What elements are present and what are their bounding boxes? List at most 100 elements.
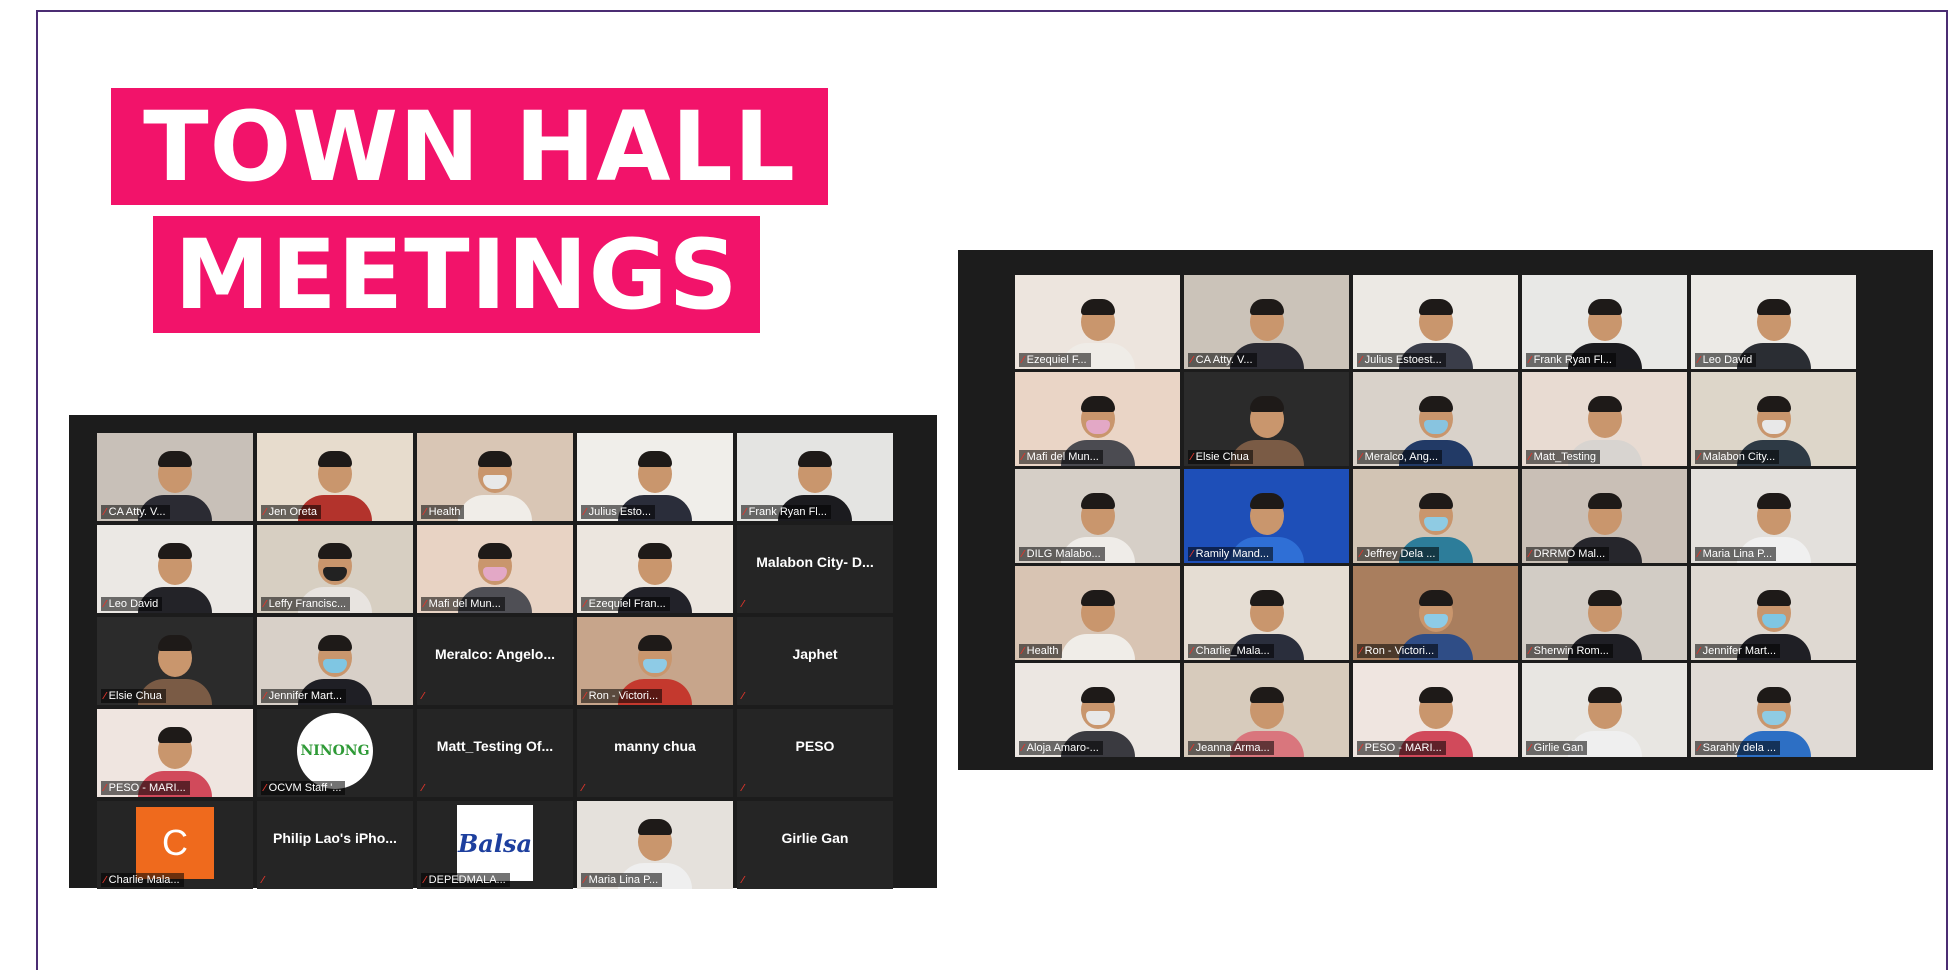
participant-name-label: ⁄ PESO - MARI... — [101, 781, 190, 795]
participant-hair — [1249, 493, 1284, 509]
participant-hair — [1249, 590, 1284, 606]
participant-head — [1080, 687, 1115, 729]
participant-name-center: manny chua — [614, 738, 696, 754]
participant-tile[interactable]: ⁄ PESO - MARI... — [1353, 663, 1518, 757]
participant-tile[interactable]: ⁄ Sherwin Rom... — [1522, 566, 1687, 660]
participant-head — [1080, 299, 1115, 341]
participant-tile[interactable]: Philip Lao's iPho... ⁄ — [257, 801, 413, 889]
participant-hair — [1418, 299, 1453, 315]
participant-tile[interactable]: Girlie Gan ⁄ — [737, 801, 893, 889]
participant-tile[interactable]: ⁄ Leffy Francisc... — [257, 525, 413, 613]
participant-name: Jeanna Arma... — [1195, 742, 1270, 754]
participant-tile[interactable]: PESO ⁄ — [737, 709, 893, 797]
participant-tile[interactable]: C ⁄ Charlie Mala... — [97, 801, 253, 889]
participant-tile[interactable]: ⁄ PESO - MARI... — [97, 709, 253, 797]
participant-tile[interactable]: ⁄ Charlie_Mala... — [1184, 566, 1349, 660]
participant-tile[interactable]: ⁄ Frank Ryan Fl... — [737, 433, 893, 521]
participant-name-label: ⁄ Leo David — [101, 597, 163, 611]
participant-tile[interactable]: ⁄ Leo David — [1691, 275, 1856, 369]
participant-tile[interactable]: ⁄ Ron - Victori... — [1353, 566, 1518, 660]
participant-tile[interactable]: ⁄ Julius Estoest... — [1353, 275, 1518, 369]
participant-head — [1756, 590, 1791, 632]
participant-hair — [1080, 299, 1115, 315]
participant-tile[interactable]: ⁄ Ramily Mand... — [1184, 469, 1349, 563]
mic-muted-icon: ⁄ — [422, 691, 424, 702]
participant-tile[interactable]: ⁄ Ezequiel Fran... — [577, 525, 733, 613]
participant-name-label: ⁄ Matt_Testing — [1526, 450, 1601, 464]
participant-tile[interactable]: ⁄ Elsie Chua — [97, 617, 253, 705]
participant-tile[interactable]: ⁄ Julius Esto... — [577, 433, 733, 521]
participant-tile[interactable]: ⁄ Health — [1015, 566, 1180, 660]
participant-name: PESO - MARI... — [1364, 742, 1442, 754]
mic-muted-icon: ⁄ — [104, 874, 106, 886]
face-mask — [1761, 420, 1786, 434]
participant-tile[interactable]: ⁄ Jeanna Arma... — [1184, 663, 1349, 757]
participant-tile[interactable]: Japhet ⁄ — [737, 617, 893, 705]
participant-name-label: ⁄ Jeffrey Dela ... — [1357, 547, 1440, 561]
participant-name-label: ⁄ Jen Oreta — [261, 505, 321, 519]
participant-tile[interactable]: ⁄ Jennifer Mart... — [1691, 566, 1856, 660]
participant-tile[interactable]: ⁄ CA Atty. V... — [97, 433, 253, 521]
participant-tile[interactable]: ⁄ Mafi del Mun... — [1015, 372, 1180, 466]
mic-muted-icon: ⁄ — [1529, 645, 1531, 657]
mic-muted-icon: ⁄ — [422, 783, 424, 794]
mic-muted-icon: ⁄ — [1698, 354, 1700, 366]
participant-head — [1756, 687, 1791, 729]
participant-name: Charlie_Mala... — [1195, 645, 1270, 657]
participant-tile[interactable]: ⁄ Ron - Victori... — [577, 617, 733, 705]
participant-name: Maria Lina P... — [588, 874, 659, 886]
participant-tile[interactable]: ⁄ Matt_Testing — [1522, 372, 1687, 466]
participant-tile[interactable]: ⁄ Aloja Amaro-... — [1015, 663, 1180, 757]
participant-tile[interactable]: Balsa ⁄ DEPEDMALA... — [417, 801, 573, 889]
participant-name: Jeffrey Dela ... — [1364, 548, 1436, 560]
face-mask — [1423, 420, 1448, 434]
participant-head — [1587, 590, 1622, 632]
participant-figure — [1060, 590, 1135, 660]
participant-tile[interactable]: ⁄ Mafi del Mun... — [417, 525, 573, 613]
participant-name: Aloja Amaro-... — [1026, 742, 1099, 754]
participant-tile[interactable]: ⁄ DILG Malabo... — [1015, 469, 1180, 563]
participant-tile[interactable]: Malabon City- D... ⁄ — [737, 525, 893, 613]
participant-tile[interactable]: ⁄ Leo David — [97, 525, 253, 613]
participant-name: OCVM Staff '... — [268, 782, 342, 794]
participant-tile[interactable]: ⁄ Ezequiel F... — [1015, 275, 1180, 369]
participant-name-label: ⁄ Elsie Chua — [101, 689, 166, 703]
participant-tile[interactable]: ⁄ Jennifer Mart... — [257, 617, 413, 705]
face-mask — [643, 659, 667, 673]
participant-name: Health — [1026, 645, 1059, 657]
participant-tile[interactable]: NINONG ⁄ OCVM Staff '... — [257, 709, 413, 797]
participant-tile[interactable]: ⁄ Health — [417, 433, 573, 521]
participant-tile[interactable]: ⁄ Elsie Chua — [1184, 372, 1349, 466]
participant-head — [158, 727, 192, 769]
participant-tile[interactable]: ⁄ Maria Lina P... — [1691, 469, 1856, 563]
participant-tile[interactable]: ⁄ Malabon City... — [1691, 372, 1856, 466]
participant-tile[interactable]: ⁄ Frank Ryan Fl... — [1522, 275, 1687, 369]
title-line-2: MEETINGS — [153, 216, 760, 333]
participant-tile[interactable]: ⁄ Girlie Gan — [1522, 663, 1687, 757]
participant-name-center: Malabon City- D... — [756, 554, 874, 570]
mic-muted-icon: ⁄ — [584, 506, 586, 518]
participant-tile[interactable]: ⁄ Jeffrey Dela ... — [1353, 469, 1518, 563]
participant-tile[interactable]: manny chua ⁄ — [577, 709, 733, 797]
mic-muted-icon: ⁄ — [1360, 451, 1362, 463]
participant-head — [1080, 396, 1115, 438]
participant-tile[interactable]: ⁄ CA Atty. V... — [1184, 275, 1349, 369]
participant-name: Sherwin Rom... — [1533, 645, 1609, 657]
mic-muted-icon: ⁄ — [264, 690, 266, 702]
participant-tile[interactable]: ⁄ DRRMO Mal... — [1522, 469, 1687, 563]
participant-body — [1060, 634, 1135, 660]
participant-tile[interactable]: Meralco: Angelo... ⁄ — [417, 617, 573, 705]
participant-tile[interactable]: ⁄ Jen Oreta — [257, 433, 413, 521]
participant-name-label: ⁄ Ramily Mand... — [1188, 547, 1274, 561]
participant-tile[interactable]: ⁄ Meralco, Ang... — [1353, 372, 1518, 466]
participant-hair — [1080, 396, 1115, 412]
participant-tile[interactable]: ⁄ Maria Lina P... — [577, 801, 733, 889]
face-mask — [323, 567, 347, 581]
participant-tile[interactable]: Matt_Testing Of... ⁄ — [417, 709, 573, 797]
participant-hair — [1249, 687, 1284, 703]
participant-tile[interactable]: ⁄ Sarahly dela ... — [1691, 663, 1856, 757]
mic-muted-icon: ⁄ — [264, 506, 266, 518]
participant-logo: Balsa — [457, 805, 533, 881]
participant-name-center: Girlie Gan — [781, 830, 849, 846]
participant-name-label: ⁄ CA Atty. V... — [1188, 353, 1257, 367]
